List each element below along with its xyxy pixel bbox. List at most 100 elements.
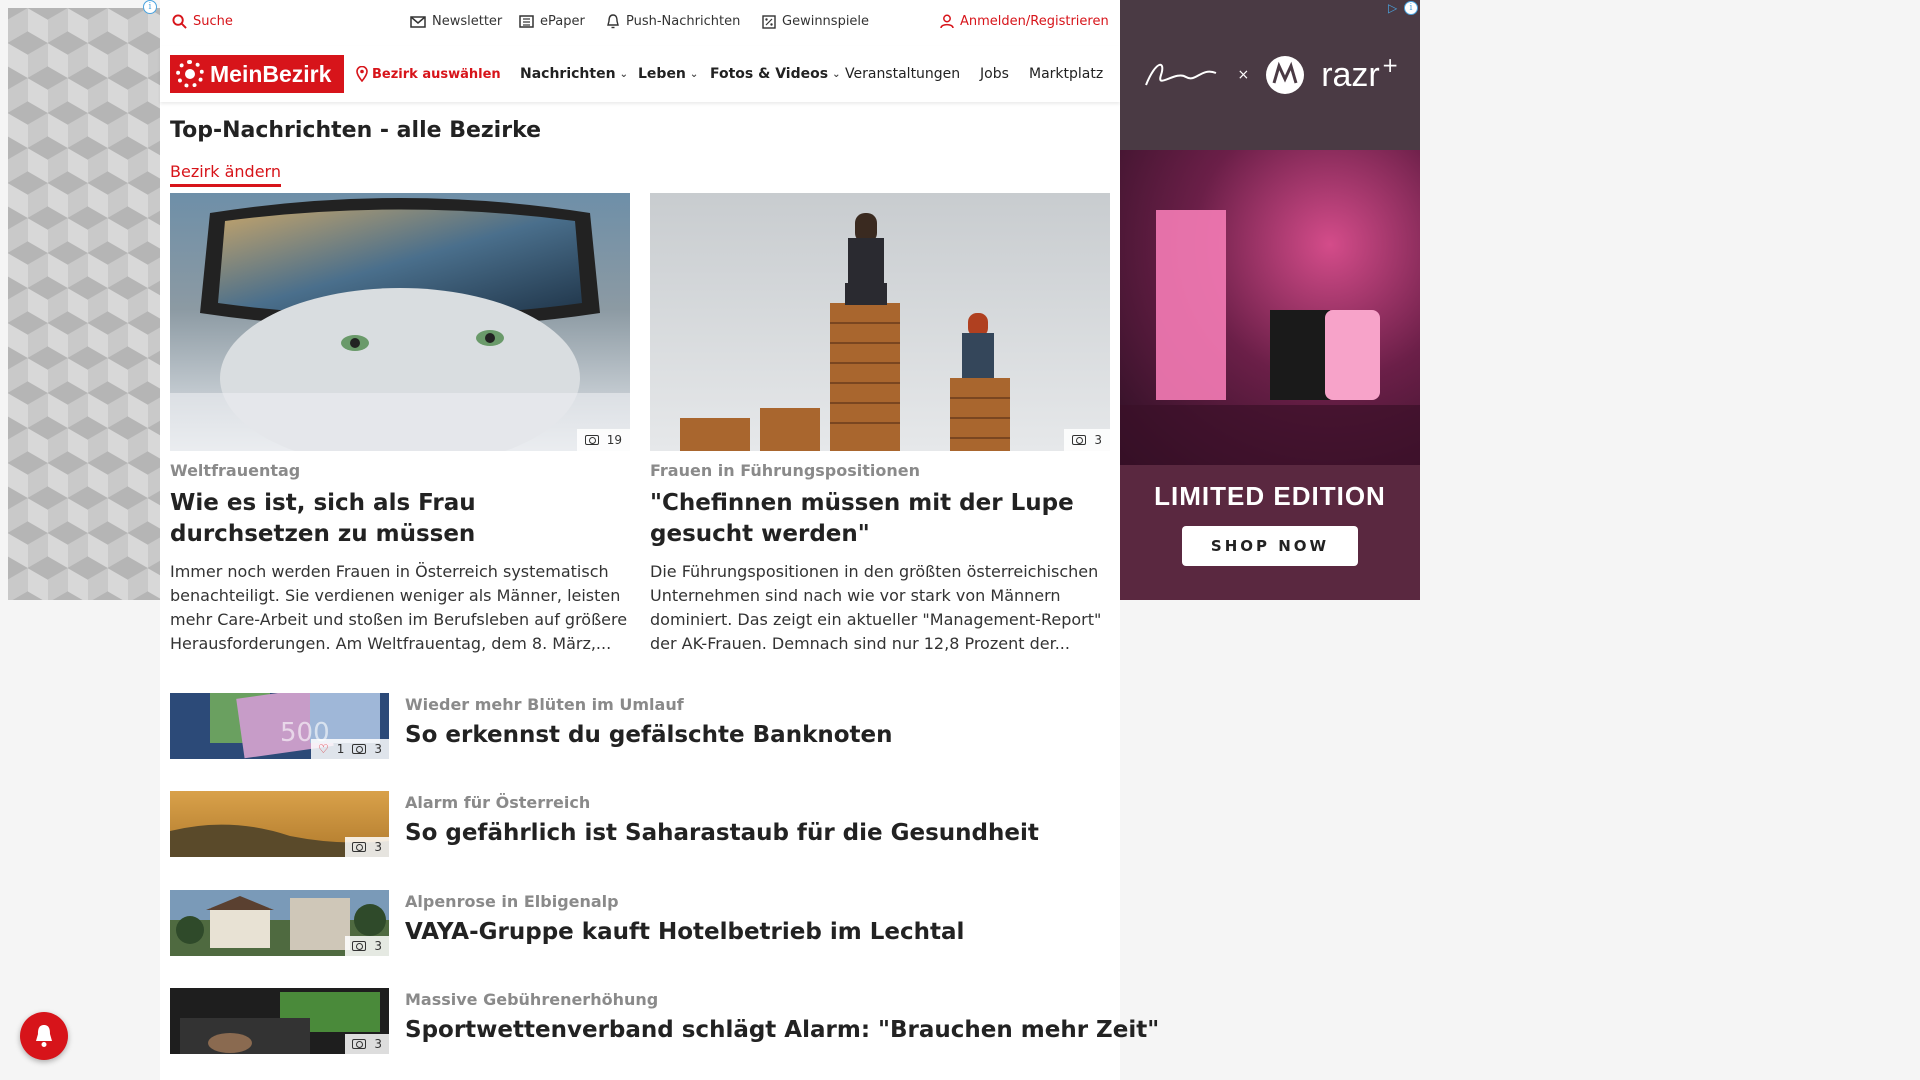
article-kicker: Alpenrose in Elbigenalp: [405, 892, 619, 911]
photo-count: 19: [606, 433, 622, 447]
times-separator: ×: [1237, 67, 1250, 83]
photo-count: 3: [1094, 433, 1102, 447]
article-headline[interactable]: Wie es ist, sich als Frau durchsetzen zu…: [170, 488, 630, 550]
nav-marktplatz[interactable]: Marktplatz: [1029, 66, 1109, 82]
newsletter-label: Newsletter: [432, 14, 503, 29]
article-headline[interactable]: VAYA-Gruppe kauft Hotelbetrieb im Lechta…: [405, 919, 964, 945]
gewinnspiele-label: Gewinnspiele: [782, 14, 870, 29]
nav-marktplatz-label: Marktplatz: [1029, 66, 1104, 82]
article-kicker: Massive Gebührenerhöhung: [405, 990, 659, 1009]
push-link[interactable]: Push-Nachrichten: [606, 14, 740, 29]
utility-bar: Suche Newsletter ePaper Push-Nachrichten…: [160, 0, 1120, 46]
camera-icon: [352, 842, 367, 852]
nav-veranstaltungen[interactable]: Veranstaltungen: [845, 66, 960, 82]
search-icon: [172, 14, 187, 29]
chevron-down-icon: ⌄: [832, 68, 841, 80]
search-label: Suche: [193, 14, 233, 29]
article-headline[interactable]: So erkennst du gefälschte Banknoten: [405, 722, 893, 748]
photo-count-badge: 3: [345, 936, 389, 956]
notification-bell-button[interactable]: [20, 1012, 68, 1060]
adchoices-icon[interactable]: i: [143, 0, 157, 14]
article-image[interactable]: 19: [170, 193, 630, 451]
nav-jobs[interactable]: Jobs: [980, 66, 1009, 82]
like-count: 1: [336, 742, 345, 756]
list-item[interactable]: 500 ♡ 1 3 Wieder mehr Blüten im Umlauf So…: [170, 693, 1110, 759]
newspaper-icon: [519, 15, 534, 28]
epaper-link[interactable]: ePaper: [519, 14, 585, 29]
meinbezirk-logo[interactable]: MeinBezirk: [170, 55, 344, 93]
nav-leben[interactable]: Leben ⌄: [638, 66, 698, 82]
photo-count: 3: [374, 742, 382, 756]
coin-stacks-photo: [650, 193, 1110, 451]
bezirk-select[interactable]: Bezirk auswählen: [356, 66, 501, 82]
location-pin-icon: [356, 66, 368, 82]
heart-icon: ♡: [317, 742, 329, 756]
right-sidebar-ad[interactable]: × razr + LIMITED EDITION SHOP NOW i ▷: [1120, 0, 1420, 600]
login-link[interactable]: Anmelden/Registrieren: [940, 14, 1109, 29]
search-link[interactable]: Suche: [172, 14, 233, 29]
article-thumbnail[interactable]: 3: [170, 988, 389, 1054]
article-thumbnail[interactable]: 3: [170, 890, 389, 956]
article-teaser: Immer noch werden Frauen in Österreich s…: [170, 562, 628, 653]
article-kicker: Wieder mehr Blüten im Umlauf: [405, 695, 684, 714]
epaper-label: ePaper: [540, 14, 585, 29]
bell-icon: [607, 14, 619, 29]
plus-icon: +: [1381, 53, 1399, 77]
article-thumbnail[interactable]: 500 ♡ 1 3: [170, 693, 389, 759]
photo-count-badge: 3: [345, 837, 389, 857]
photo-count-badge: 3: [1064, 429, 1110, 451]
camera-icon: [352, 744, 367, 754]
shop-now-button[interactable]: SHOP NOW: [1182, 526, 1358, 566]
motorola-icon: [1266, 56, 1305, 94]
camera-icon: [584, 435, 599, 445]
left-skyscraper-ad[interactable]: [8, 8, 160, 600]
newsletter-link[interactable]: Newsletter: [410, 14, 502, 29]
change-bezirk-link[interactable]: Bezirk ändern: [170, 162, 281, 187]
bell-icon: [36, 1025, 52, 1047]
nav-fotos-videos[interactable]: Fotos & Videos ⌄: [710, 66, 840, 82]
play-arrow-icon[interactable]: ▷: [1388, 1, 1402, 15]
ski-goggles-photo: [170, 193, 630, 451]
article-thumbnail[interactable]: 3: [170, 791, 389, 857]
stats-badge: ♡ 1 3: [310, 739, 389, 759]
nav-nachrichten[interactable]: Nachrichten ⌄: [520, 66, 628, 82]
camera-icon: [352, 1039, 367, 1049]
ad-brand: razr: [1321, 55, 1380, 94]
chevron-down-icon: ⌄: [619, 68, 628, 80]
gewinnspiele-link[interactable]: Gewinnspiele: [762, 14, 869, 29]
article-headline[interactable]: So gefährlich ist Saharastaub für die Ge…: [405, 820, 1039, 846]
list-item[interactable]: 3 Alarm für Österreich So gefährlich ist…: [170, 791, 1110, 857]
article-kicker: Frauen in Führungspositionen: [650, 461, 921, 480]
mail-icon: [410, 15, 426, 28]
article-kicker: Weltfrauentag: [170, 461, 301, 480]
article-headline[interactable]: Sportwettenverband schlägt Alarm: "Brauc…: [405, 1017, 1159, 1043]
main-nav: MeinBezirk Bezirk auswählen Nachrichten ⌄…: [160, 46, 1120, 102]
camera-icon: [352, 941, 367, 951]
main-column: Suche Newsletter ePaper Push-Nachrichten…: [160, 0, 1159, 1080]
adchoices-icon[interactable]: i: [1404, 1, 1418, 15]
signature-logo: [1145, 63, 1217, 86]
photo-count: 3: [374, 939, 382, 953]
ad-product-image: [1120, 150, 1420, 465]
article-card[interactable]: 3 Frauen in Führungspositionen "Chefinne…: [650, 193, 1110, 656]
list-item[interactable]: 3 Alpenrose in Elbigenalp VAYA-Gruppe ka…: [170, 890, 1110, 956]
article-kicker: Alarm für Österreich: [405, 793, 591, 812]
nav-nachrichten-label: Nachrichten: [520, 66, 616, 82]
photo-count-badge: 3: [345, 1034, 389, 1054]
list-item[interactable]: 3 Massive Gebührenerhöhung Sportwettenve…: [170, 988, 1159, 1054]
login-label: Anmelden/Registrieren: [960, 14, 1109, 29]
chevron-down-icon: ⌄: [689, 68, 699, 80]
article-teaser: Die Führungspositionen in den größten ös…: [650, 562, 1102, 653]
phone-product-photo: [1120, 210, 1420, 465]
ad-footer: LIMITED EDITION SHOP NOW: [1120, 465, 1420, 600]
nav-veranstaltungen-label: Veranstaltungen: [845, 66, 961, 82]
bezirk-select-label: Bezirk auswählen: [372, 66, 501, 82]
prize-icon: [762, 14, 776, 29]
camera-icon: [1072, 435, 1087, 445]
push-label: Push-Nachrichten: [626, 14, 741, 29]
article-image[interactable]: 3: [650, 193, 1110, 451]
article-card[interactable]: 19 Weltfrauentag Wie es ist, sich als Fr…: [170, 193, 630, 656]
page-title: Top-Nachrichten - alle Bezirke: [170, 118, 542, 143]
article-headline[interactable]: "Chefinnen müssen mit der Lupe gesucht w…: [650, 488, 1110, 550]
nav-jobs-label: Jobs: [980, 66, 1009, 82]
